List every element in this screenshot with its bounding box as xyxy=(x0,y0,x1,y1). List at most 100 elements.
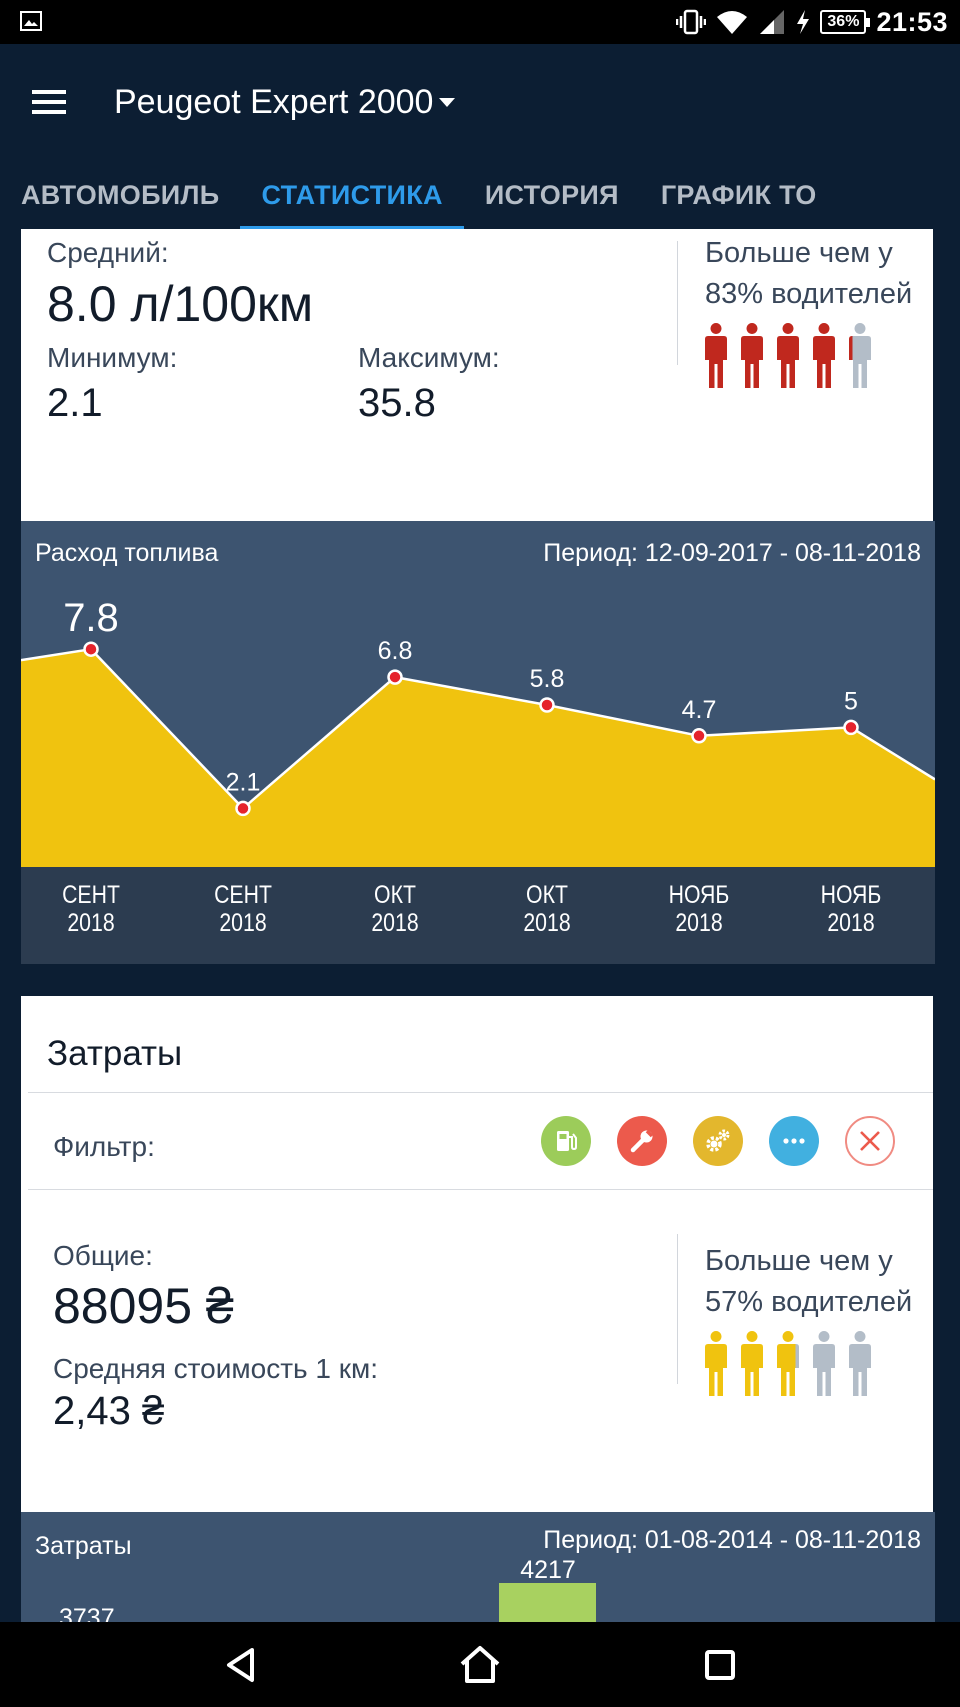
data-point xyxy=(387,669,403,685)
costs-comparison-line2: 57% водителей xyxy=(705,1286,913,1318)
x-tick-label: СЕНТ 2018 xyxy=(40,881,142,937)
x-tick-label-line: СЕНТ xyxy=(62,881,120,909)
person-icon xyxy=(813,1331,835,1396)
data-label: 6.8 xyxy=(378,637,413,665)
data-point xyxy=(843,719,859,736)
x-tick-label-line: 2018 xyxy=(219,909,267,937)
fuel-comparison-line1: Больше чем у xyxy=(705,237,893,269)
costs-comparison-text: Больше чем у 57% водителей xyxy=(705,1241,912,1323)
x-tick-label-line: СЕНТ xyxy=(214,881,272,909)
maximum-label: Максимум: xyxy=(358,342,500,373)
average-label: Средний: xyxy=(47,237,169,268)
navigation-bar xyxy=(0,1622,960,1707)
costs-bar xyxy=(499,1583,596,1622)
tab-bar: АВТОМОБИЛЬ СТАТИСТИКА ИСТОРИЯ ГРАФИК ТО xyxy=(0,164,838,230)
data-point xyxy=(235,800,251,817)
total-costs-value: 88095 ₴ xyxy=(53,1278,234,1334)
charging-icon xyxy=(797,10,810,34)
clock: 21:53 xyxy=(876,6,948,37)
x-tick-label-line: 2018 xyxy=(67,909,115,937)
cost-per-km-label: Средняя стоимость 1 км: xyxy=(53,1353,379,1384)
costs-comparison-line1: Больше чем у xyxy=(705,1245,893,1277)
fuel-comparison-line2: 83% водителей xyxy=(705,278,913,310)
wrench-icon xyxy=(630,1129,654,1153)
statistics-content[interactable]: Средний: 8.0 л/100км Минимум: 2.1 Максим… xyxy=(0,229,960,1622)
minimum-value: 2.1 xyxy=(47,381,103,425)
fuel-chart-title: Расход топлива xyxy=(35,539,219,567)
fuel-chart-plot: 7.8 2.1 6.8 5.8 4.7 5 xyxy=(21,596,935,867)
filter-other-button[interactable] xyxy=(769,1116,819,1166)
vibrate-icon xyxy=(676,9,707,35)
x-tick-label: НОЯБ 2018 xyxy=(648,881,750,937)
vehicle-title: Peugeot Expert 2000 xyxy=(114,82,434,121)
menu-button[interactable] xyxy=(22,74,78,130)
filter-clear-button[interactable] xyxy=(845,1116,895,1166)
fuel-area xyxy=(21,649,935,867)
home-button[interactable] xyxy=(452,1637,508,1693)
vehicle-selector[interactable]: Peugeot Expert 2000 xyxy=(114,74,456,130)
x-tick-label-line: 2018 xyxy=(827,909,875,937)
x-tick-label-line: 2018 xyxy=(523,909,571,937)
costs-chart-value: 3737 xyxy=(59,1604,115,1622)
person-icon xyxy=(705,323,727,388)
dropdown-arrow-icon xyxy=(439,97,456,107)
tab-statistics[interactable]: СТАТИСТИКА xyxy=(240,164,464,230)
tab-history[interactable]: ИСТОРИЯ xyxy=(464,164,640,226)
cost-per-km-value: 2,43 ₴ xyxy=(53,1389,165,1433)
maximum-value: 35.8 xyxy=(358,381,436,425)
recents-icon xyxy=(705,1650,735,1680)
data-label: 7.8 xyxy=(63,596,119,640)
fuel-pump-icon xyxy=(557,1131,577,1151)
fuel-chart: 7.8 2.1 6.8 5.8 4.7 5 Расход топлива Период: … xyxy=(21,521,935,964)
x-tick-label: СЕНТ 2018 xyxy=(192,881,294,937)
costs-bar-label: 4217 xyxy=(520,1556,576,1584)
x-tick-label-line: 2018 xyxy=(675,909,723,937)
data-point xyxy=(691,728,707,744)
x-tick-label-line: ОКТ xyxy=(526,881,568,909)
data-label: 2.1 xyxy=(226,768,261,796)
gears-icon xyxy=(706,1129,730,1152)
minimum-label: Минимум: xyxy=(47,342,178,373)
back-button[interactable] xyxy=(212,1637,268,1693)
battery-level: 36% xyxy=(820,10,871,34)
hamburger-icon xyxy=(32,90,66,114)
fuel-consumption-card: Средний: 8.0 л/100км Минимум: 2.1 Максим… xyxy=(21,229,933,521)
filter-repair-button[interactable] xyxy=(617,1116,667,1166)
x-tick-label-line: 2018 xyxy=(371,909,419,937)
filter-fuel-button[interactable] xyxy=(541,1116,591,1166)
data-label: 4.7 xyxy=(682,696,717,724)
person-icon xyxy=(813,323,835,388)
costs-chart-title: Затраты xyxy=(35,1532,132,1560)
data-label: 5.8 xyxy=(530,665,565,693)
x-tick-label-line: НОЯБ xyxy=(820,881,882,909)
close-icon xyxy=(860,1131,880,1151)
x-tick-label: ОКТ 2018 xyxy=(496,881,598,937)
person-icon xyxy=(741,323,763,388)
fuel-comparison-text: Больше чем у 83% водителей xyxy=(705,233,912,315)
costs-chart: Затраты Период: 01-08-2014 - 08-11-2018 … xyxy=(21,1512,935,1622)
costs-comparison-people xyxy=(704,1330,872,1398)
person-icon xyxy=(705,1331,727,1396)
cost-filters xyxy=(541,1116,895,1166)
tab-automobile[interactable]: АВТОМОБИЛЬ xyxy=(0,164,240,226)
status-bar: 36% 21:53 xyxy=(0,0,960,44)
person-icon xyxy=(849,1331,871,1396)
fuel-chart-period: Период: 12-09-2017 - 08-11-2018 xyxy=(543,539,921,567)
wifi-icon xyxy=(717,11,748,34)
home-icon xyxy=(460,1646,500,1683)
image-notification-icon xyxy=(20,11,42,31)
x-tick-label: ОКТ 2018 xyxy=(344,881,446,937)
tab-maintenance-schedule[interactable]: ГРАФИК ТО xyxy=(640,164,838,226)
fuel-chart-x-axis: СЕНТ 2018 СЕНТ 2018 ОКТ 2018 ОКТ 2018 НОЯБ 2018 НО… xyxy=(21,867,935,964)
x-tick-label-line: НОЯБ xyxy=(668,881,730,909)
more-icon xyxy=(783,1138,805,1144)
app-bar: Peugeot Expert 2000 АВТОМОБИЛЬ СТАТИСТИК… xyxy=(0,44,960,230)
filter-parts-button[interactable] xyxy=(693,1116,743,1166)
x-tick-label: НОЯБ 2018 xyxy=(800,881,902,937)
total-costs-label: Общие: xyxy=(53,1240,153,1271)
average-value: 8.0 л/100км xyxy=(47,276,314,332)
recents-button[interactable] xyxy=(692,1637,748,1693)
person-icon xyxy=(777,1331,799,1396)
divider xyxy=(28,1189,933,1190)
back-icon xyxy=(227,1648,254,1682)
